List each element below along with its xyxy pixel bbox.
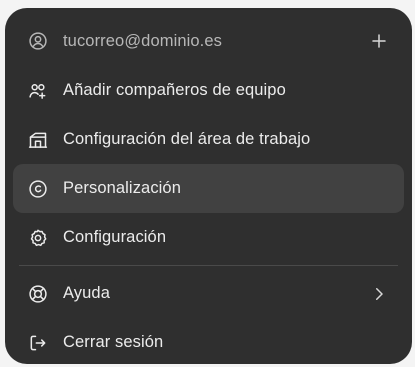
chevron-right-icon: [368, 283, 390, 305]
users-plus-icon: [27, 80, 49, 102]
building-icon: [27, 129, 49, 151]
menu-item-label: Cerrar sesión: [63, 333, 164, 351]
menu-item-label: Configuración: [63, 228, 167, 246]
personalization-icon: [27, 178, 49, 200]
menu-item-settings[interactable]: Configuración: [13, 213, 404, 262]
logout-icon: [27, 332, 49, 354]
menu-item-label: Configuración del área de trabajo: [63, 130, 311, 148]
menu-divider: [19, 265, 398, 266]
user-circle-icon: [27, 30, 49, 52]
account-menu: tucorreo@dominio.es Añadir compañeros de…: [5, 8, 412, 364]
account-email-row: tucorreo@dominio.es: [13, 16, 404, 66]
menu-item-personalization[interactable]: Personalización: [13, 164, 404, 213]
menu-item-logout[interactable]: Cerrar sesión: [13, 318, 404, 367]
menu-item-label: Personalización: [63, 179, 181, 197]
menu-item-workspace-settings[interactable]: Configuración del área de trabajo: [13, 115, 404, 164]
plus-icon[interactable]: [368, 30, 390, 52]
account-email: tucorreo@dominio.es: [63, 31, 222, 50]
lifebuoy-icon: [27, 283, 49, 305]
menu-item-label: Añadir compañeros de equipo: [63, 81, 286, 99]
menu-item-help[interactable]: Ayuda: [13, 269, 404, 318]
menu-item-add-teammates[interactable]: Añadir compañeros de equipo: [13, 66, 404, 115]
gear-icon: [27, 227, 49, 249]
menu-item-label: Ayuda: [63, 284, 110, 302]
